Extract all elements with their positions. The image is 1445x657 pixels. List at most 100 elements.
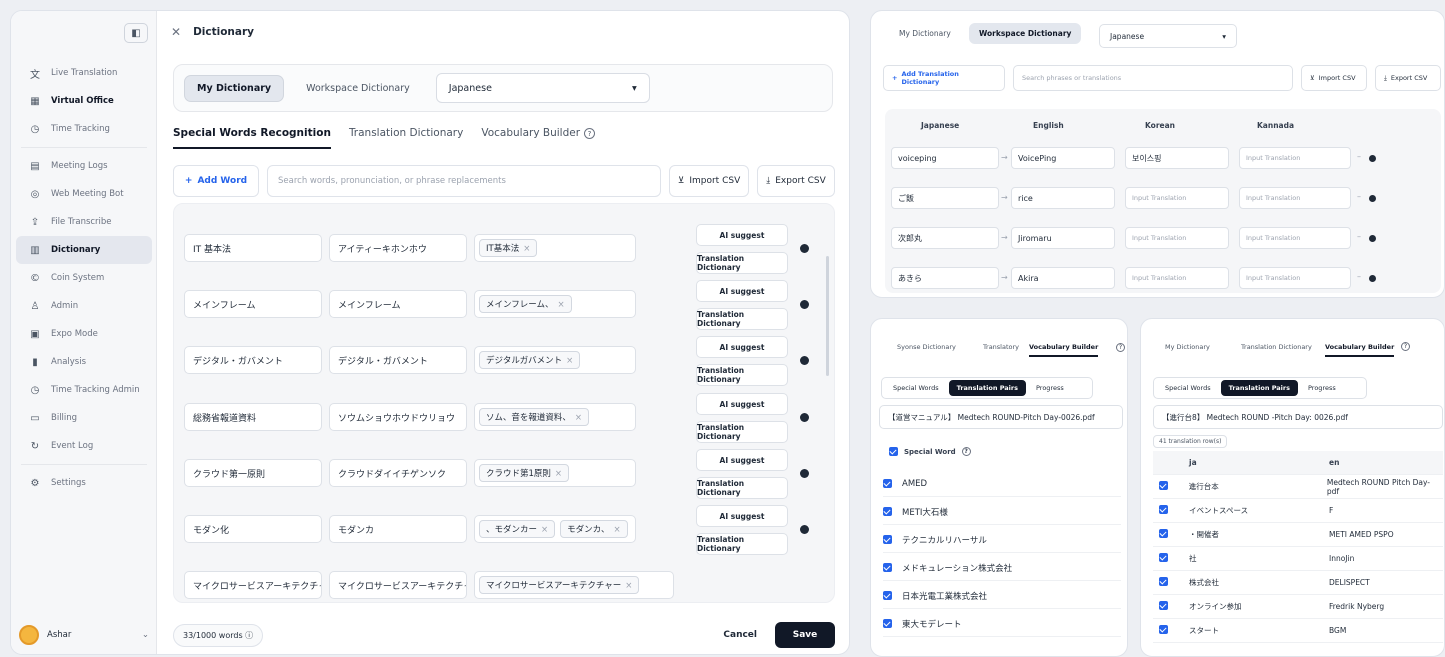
sidebar-item-coin-system[interactable]: © Coin System <box>16 264 152 292</box>
word-checkbox[interactable] <box>883 591 892 600</box>
word-checkbox[interactable] <box>883 507 892 516</box>
word-checkbox[interactable] <box>883 619 892 628</box>
sidebar-item-event-log[interactable]: ↻ Event Log <box>16 432 152 460</box>
remove-tag-icon[interactable]: × <box>613 525 620 535</box>
sidebar-item-expo-mode[interactable]: ▣ Expo Mode <box>16 320 152 348</box>
korean-translation-field[interactable]: Input Translation <box>1125 187 1229 209</box>
language-select[interactable]: Japanese ▾ <box>435 73 650 103</box>
delete-row-icon[interactable] <box>1369 275 1376 282</box>
sidebar-item-settings[interactable]: ⚙ Settings <box>16 469 152 497</box>
replacement-tag[interactable]: マイクロサービスアーキテクチャー × <box>479 576 640 594</box>
pronunciation-field[interactable]: マイクロサービスアーキテクチャ <box>329 571 467 599</box>
export-csv-button[interactable]: ⤓ Export CSV <box>1375 65 1441 91</box>
pair-checkbox[interactable] <box>1159 625 1168 634</box>
delete-row-icon[interactable] <box>800 525 809 534</box>
word-checkbox[interactable] <box>883 535 892 544</box>
export-csv-button[interactable]: ⤓ Export CSV <box>757 165 835 197</box>
source-phrase-field[interactable]: ご飯 <box>891 187 999 209</box>
tab-vocabulary-builder[interactable]: Vocabulary Builder? <box>481 127 596 149</box>
tab-vocabulary-builder[interactable]: Vocabulary Builder <box>1325 343 1395 357</box>
tab-progress[interactable]: Progress <box>1028 380 1072 396</box>
delete-row-icon[interactable] <box>800 356 809 365</box>
add-word-button[interactable]: + Add Word <box>173 165 259 197</box>
pronunciation-field[interactable]: クラウドダイイチゲンソク <box>329 459 467 487</box>
pronunciation-field[interactable]: モダンカ <box>329 515 467 543</box>
pronunciation-field[interactable]: メインフレーム <box>329 290 467 318</box>
sidebar-item-time-tracking-admin[interactable]: ◷ Time Tracking Admin <box>16 376 152 404</box>
replacement-tag[interactable]: 、モダンカー × <box>479 520 556 538</box>
tab-workspace-dictionary[interactable]: Workspace Dictionary <box>294 76 422 101</box>
remove-tag-icon[interactable]: × <box>555 469 562 479</box>
add-translation-button[interactable]: + Add Translation Dictionary <box>883 65 1005 91</box>
kannada-translation-field[interactable]: Input Translation <box>1239 267 1351 289</box>
sidebar-item-virtual-office[interactable]: ▦ Virtual Office <box>16 87 152 115</box>
pronunciation-field[interactable]: ソウムショウホウドウリョウ <box>329 403 467 431</box>
source-file-name[interactable]: 【進行台8】 Medtech ROUND -Pitch Day: 0026.pd… <box>1153 405 1443 429</box>
replacement-field[interactable]: IT基本法 × <box>474 234 636 262</box>
sidebar-item-web-meeting-bot[interactable]: ◎ Web Meeting Bot <box>16 180 152 208</box>
english-translation-field[interactable]: Akira <box>1011 267 1115 289</box>
remove-tag-icon[interactable]: × <box>575 413 582 423</box>
word-field[interactable]: モダン化 <box>184 515 322 543</box>
ai-suggest-button[interactable]: AI suggest <box>696 224 788 246</box>
ai-suggest-button[interactable]: AI suggest <box>696 505 788 527</box>
source-phrase-field[interactable]: voiceping <box>891 147 999 169</box>
pronunciation-field[interactable]: デジタル・ガバメント <box>329 346 467 374</box>
sidebar-item-file-transcribe[interactable]: ⇪ File Transcribe <box>16 208 152 236</box>
english-translation-field[interactable]: rice <box>1011 187 1115 209</box>
word-field[interactable]: クラウド第一原則 <box>184 459 322 487</box>
word-checkbox[interactable] <box>883 563 892 572</box>
ai-suggest-button[interactable]: AI suggest <box>696 393 788 415</box>
pair-checkbox[interactable] <box>1159 601 1168 610</box>
sidebar-item-meeting-logs[interactable]: ▤ Meeting Logs <box>16 152 152 180</box>
replacement-field[interactable]: クラウド第1原則 × <box>474 459 636 487</box>
korean-translation-field[interactable]: 보이스핑 <box>1125 147 1229 169</box>
tab-translatory[interactable]: Translatory <box>983 343 1019 351</box>
user-menu[interactable]: Ashar ⌄ <box>19 623 149 647</box>
sidebar-item-live-translation[interactable]: 文 Live Translation <box>16 59 152 87</box>
remove-tag-icon[interactable]: × <box>566 356 573 366</box>
pair-checkbox[interactable] <box>1159 529 1168 538</box>
remove-tag-icon[interactable]: × <box>625 581 632 591</box>
word-field[interactable]: IT 基本法 <box>184 234 322 262</box>
replacement-tag[interactable]: モダンカ、 × <box>560 520 628 538</box>
translation-dictionary-button[interactable]: Translation Dictionary <box>696 477 788 499</box>
replacement-field[interactable]: デジタルガバメント × <box>474 346 636 374</box>
tab-my-dictionary[interactable]: My Dictionary <box>889 23 961 44</box>
replacement-tag[interactable]: クラウド第1原則 × <box>479 464 570 482</box>
scrollbar[interactable] <box>826 256 829 376</box>
kannada-translation-field[interactable]: Input Translation <box>1239 147 1351 169</box>
delete-row-icon[interactable] <box>1369 235 1376 242</box>
word-field[interactable]: デジタル・ガバメント <box>184 346 322 374</box>
help-icon[interactable]: ? <box>584 127 596 139</box>
cancel-button[interactable]: Cancel <box>723 630 757 640</box>
translation-dictionary-button[interactable]: Translation Dictionary <box>696 252 788 274</box>
delete-row-icon[interactable] <box>1369 195 1376 202</box>
source-phrase-field[interactable]: あきら <box>891 267 999 289</box>
replacement-field[interactable]: ソム、音を報道資料、 × <box>474 403 636 431</box>
word-field[interactable]: マイクロサービスアーキテクチャ <box>184 571 322 599</box>
close-icon[interactable]: ✕ <box>171 25 181 39</box>
help-icon[interactable]: ? <box>1116 343 1125 352</box>
replacement-tag[interactable]: ソム、音を報道資料、 × <box>479 408 589 426</box>
help-icon[interactable]: ? <box>961 447 971 456</box>
word-field[interactable]: 総務省報道資料 <box>184 403 322 431</box>
pair-checkbox[interactable] <box>1159 577 1168 586</box>
delete-row-icon[interactable] <box>800 300 809 309</box>
tab-translation-pairs[interactable]: Translation Pairs <box>1220 380 1298 396</box>
translation-dictionary-button[interactable]: Translation Dictionary <box>696 421 788 443</box>
ai-suggest-button[interactable]: AI suggest <box>696 336 788 358</box>
tab-my-dictionary[interactable]: My Dictionary <box>184 74 285 102</box>
tab-vocabulary-builder[interactable]: Vocabulary Builder <box>1029 343 1099 357</box>
help-icon[interactable]: ? <box>1401 342 1410 351</box>
language-select[interactable]: Japanese ▾ <box>1099 24 1237 48</box>
search-input[interactable]: Search phrases or translations <box>1013 65 1293 91</box>
word-field[interactable]: メインフレーム <box>184 290 322 318</box>
sidebar-item-time-tracking[interactable]: ◷ Time Tracking <box>16 115 152 143</box>
korean-translation-field[interactable]: Input Translation <box>1125 227 1229 249</box>
ai-suggest-button[interactable]: AI suggest <box>696 280 788 302</box>
sidebar-item-dictionary[interactable]: ▥ Dictionary <box>16 236 152 264</box>
tab-special-words[interactable]: Special Words <box>885 380 947 396</box>
replacement-field[interactable]: 、モダンカー × モダンカ、 × <box>474 515 636 543</box>
translation-dictionary-button[interactable]: Translation Dictionary <box>696 364 788 386</box>
